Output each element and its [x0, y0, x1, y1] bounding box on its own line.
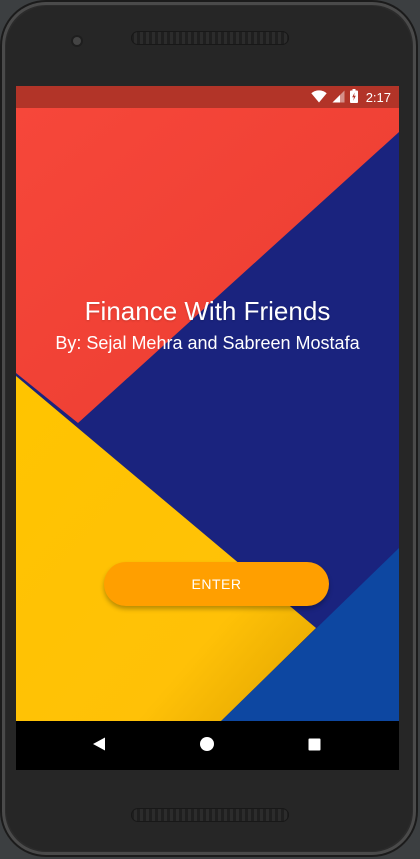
- nav-back-button[interactable]: [79, 721, 119, 770]
- recents-icon: [308, 736, 321, 755]
- status-icons: 2:17: [310, 86, 391, 108]
- wifi-icon: [310, 88, 327, 107]
- battery-charging-icon: [349, 88, 358, 107]
- enter-button[interactable]: ENTER: [104, 562, 329, 606]
- back-icon: [92, 736, 106, 755]
- nav-home-button[interactable]: [187, 721, 227, 770]
- nav-recents-button[interactable]: [294, 721, 334, 770]
- cell-signal-icon: [332, 88, 345, 107]
- app-authors: By: Sejal Mehra and Sabreen Mostafa: [55, 333, 360, 353]
- phone-frame: 2:17 Finance With Friends By: Sejal Mehr…: [0, 0, 418, 857]
- app-title: Finance With Friends: [84, 296, 331, 326]
- home-icon: [199, 736, 215, 756]
- top-speaker-grille: [131, 31, 289, 45]
- material-wallpaper: [16, 108, 399, 721]
- status-time: 2:17: [365, 89, 391, 105]
- device-screen: 2:17 Finance With Friends By: Sejal Mehr…: [16, 86, 399, 770]
- bottom-speaker-grille: [131, 808, 289, 822]
- navigation-bar: [16, 721, 399, 770]
- front-camera: [73, 37, 81, 45]
- status-bar: 2:17: [16, 86, 399, 108]
